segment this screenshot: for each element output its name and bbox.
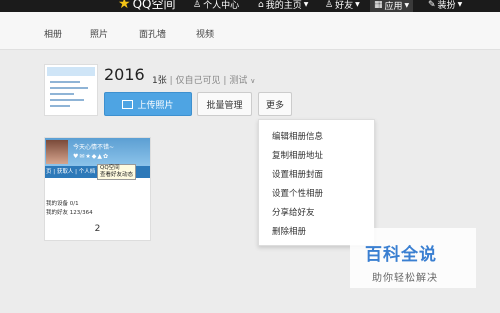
top-navigation-bar: ★ QQ空间 ♙ 个人中心 ⌂ 我的主页 ▼ ♙ 好友 ▼ ▦ 应用 ▼ ✎ 装…: [0, 0, 500, 12]
thumbnail-line: 我的设备 0/1: [46, 201, 79, 207]
nav-my-homepage[interactable]: ⌂ 我的主页 ▼: [258, 0, 308, 11]
menu-item-share[interactable]: 分享给好友: [272, 206, 315, 218]
qzone-logo[interactable]: ★ QQ空间: [118, 0, 175, 12]
meta-separator: |: [223, 76, 227, 86]
friends-icon: ♙: [325, 0, 334, 10]
logo-text: QQ空间: [132, 0, 176, 11]
photo-count: 1张: [152, 76, 167, 86]
menu-item-copy-album-link[interactable]: 复制相册地址: [272, 149, 323, 161]
menu-item-edit-album[interactable]: 编辑相册信息: [272, 130, 323, 142]
photo-card[interactable]: 今天心情不错~ ♥✉★◆▲✿ 页 | 获取人 | 个人档 业 QQ空间 查看好友…: [44, 137, 151, 241]
tab-photos[interactable]: 照片: [90, 27, 108, 40]
photo-thumbnail[interactable]: 今天心情不错~ ♥✉★◆▲✿ 页 | 获取人 | 个人档 业 QQ空间 查看好友…: [45, 138, 150, 216]
album-meta: 1张 | 仅自己可见 | 测试 ∨: [152, 73, 255, 86]
album-cover[interactable]: [44, 64, 98, 116]
thumbnail-header: 今天心情不错~ ♥✉★◆▲✿: [45, 138, 150, 166]
chevron-down-icon: ▼: [355, 1, 360, 8]
tab-face-wall[interactable]: 面孔墙: [139, 27, 166, 40]
nav-friends[interactable]: ♙ 好友 ▼: [325, 0, 360, 11]
watermark-subtitle: 助你轻松解决: [372, 273, 438, 284]
privacy-setting[interactable]: 仅自己可见: [176, 76, 221, 86]
thumbnail-tooltip: QQ空间 查看好友动态: [97, 164, 137, 180]
thumbnail-icons: ♥✉★◆▲✿: [73, 153, 110, 160]
chevron-down-icon: ▼: [303, 1, 309, 8]
tab-videos[interactable]: 视频: [196, 27, 214, 40]
brush-icon: ✎: [428, 0, 436, 10]
upload-photos-button[interactable]: 上传照片: [104, 92, 192, 116]
batch-manage-button[interactable]: 批量管理: [197, 92, 252, 116]
nav-personal-center[interactable]: ♙ 个人中心: [193, 0, 239, 11]
menu-item-delete-album[interactable]: 删除相册: [272, 225, 306, 237]
tab-albums[interactable]: 相册: [44, 27, 62, 40]
watermark: 百科全说 助你轻松解决: [350, 228, 476, 288]
nav-apps[interactable]: ▦ 应用 ▼: [370, 0, 414, 12]
meta-separator: |: [169, 76, 173, 86]
nav-dressup[interactable]: ✎ 装扮 ▼: [428, 0, 462, 11]
album-category[interactable]: 测试: [229, 76, 247, 86]
watermark-title: 百科全说: [365, 245, 437, 265]
star-icon: ★: [118, 0, 131, 12]
chevron-down-icon: ▼: [404, 1, 410, 9]
more-button[interactable]: 更多: [258, 92, 292, 116]
home-icon: ⌂: [258, 0, 264, 10]
avatar: [46, 140, 68, 164]
menu-item-set-cover[interactable]: 设置相册封面: [272, 168, 323, 180]
chevron-down-icon: ▼: [457, 1, 463, 8]
album-subnav: 相册 照片 面孔墙 视频: [0, 12, 500, 50]
grid-icon: ▦: [374, 0, 383, 10]
menu-item-custom-album[interactable]: 设置个性相册: [272, 187, 323, 199]
album-title: 2016: [104, 65, 145, 84]
thumbnail-line: 我的好友 123/364: [46, 210, 93, 216]
more-dropdown-menu: 编辑相册信息 复制相册地址 设置相册封面 设置个性相册 分享给好友 删除相册: [258, 119, 375, 246]
person-icon: ♙: [193, 0, 202, 10]
chevron-down-icon[interactable]: ∨: [250, 77, 255, 85]
photo-count-label: 2: [94, 224, 101, 234]
image-icon: [122, 99, 134, 109]
thumbnail-status-text: 今天心情不错~: [73, 144, 115, 151]
album-cover-image: [47, 67, 95, 113]
